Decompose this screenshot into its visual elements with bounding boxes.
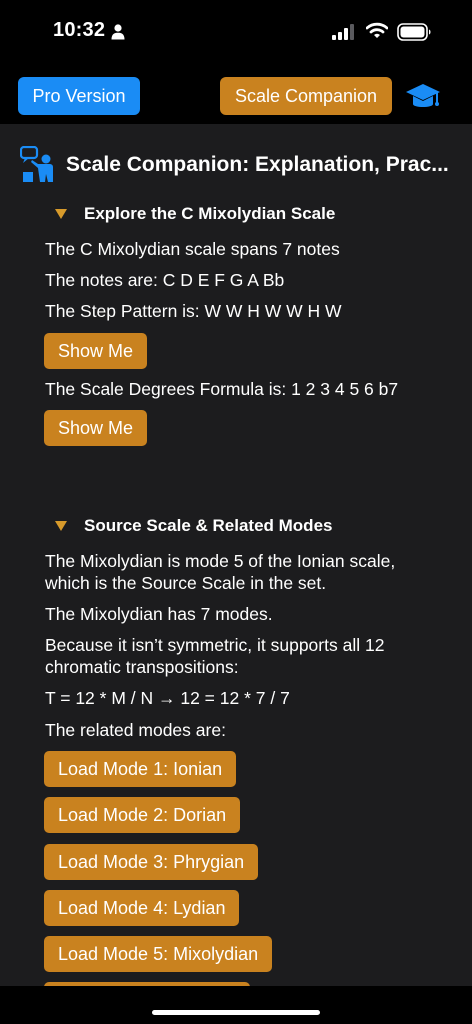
explore-section-toggle[interactable]: Explore the C Mixolydian Scale xyxy=(55,204,335,224)
teacher-icon xyxy=(20,146,53,182)
battery-icon xyxy=(397,23,431,41)
scale-degrees-text: The Scale Degrees Formula is: 1 2 3 4 5 … xyxy=(45,379,399,399)
explore-section-title: Explore the C Mixolydian Scale xyxy=(84,204,336,223)
disclosure-triangle-icon[interactable] xyxy=(55,521,67,531)
panel-header: Scale Companion: Explanation, Prac... xyxy=(20,146,449,184)
load-mode-1-button[interactable]: Load Mode 1: Ionian xyxy=(44,751,237,787)
mode-count-text: The Mixolydian has 7 modes. xyxy=(45,604,273,624)
signal-icon xyxy=(332,24,354,40)
source-section-toggle[interactable]: Source Scale & Related Modes xyxy=(55,516,332,536)
home-indicator-area xyxy=(0,986,472,1024)
step-pattern-text: The Step Pattern is: W W H W W H W xyxy=(45,301,342,321)
symmetry-text-1: Because it isn’t symmetric, it supports … xyxy=(45,635,385,655)
disclosure-triangle-icon[interactable] xyxy=(55,209,67,219)
top-toolbar: Pro Version Scale Companion xyxy=(0,62,472,124)
source-mode-text-1: The Mixolydian is mode 5 of the Ionian s… xyxy=(45,551,396,571)
source-mode-text-2: which is the Source Scale in the set. xyxy=(45,573,327,593)
scale-companion-button[interactable]: Scale Companion xyxy=(220,77,392,115)
related-modes-label: The related modes are: xyxy=(45,720,226,740)
wifi-icon xyxy=(366,22,388,38)
scale-span-text: The C Mixolydian scale spans 7 notes xyxy=(45,239,340,259)
person-icon xyxy=(111,24,125,40)
load-mode-4-button[interactable]: Load Mode 4: Lydian xyxy=(44,890,240,926)
companion-panel: Scale Companion: Explanation, Prac... Ex… xyxy=(0,124,472,986)
load-mode-3-button[interactable]: Load Mode 3: Phrygian xyxy=(44,844,259,880)
load-mode-2-button[interactable]: Load Mode 2: Dorian xyxy=(44,797,241,833)
status-bar: 10:32 xyxy=(0,0,472,62)
status-time: 10:32 xyxy=(53,19,106,41)
pro-version-button[interactable]: Pro Version xyxy=(18,77,140,115)
panel-title: Scale Companion: Explanation, Prac... xyxy=(66,153,449,176)
show-me-step-pattern-button[interactable]: Show Me xyxy=(44,333,148,369)
load-mode-5-button[interactable]: Load Mode 5: Mixolydian xyxy=(44,936,273,972)
graduation-cap-icon[interactable] xyxy=(405,82,441,112)
home-indicator[interactable] xyxy=(152,1010,320,1015)
scale-notes-text: The notes are: C D E F G A Bb xyxy=(45,270,285,290)
show-me-degrees-button[interactable]: Show Me xyxy=(44,410,148,446)
symmetry-text-2: chromatic transpositions: xyxy=(45,657,239,677)
transposition-formula: T = 12 * M / N → 12 = 12 * 7 / 7 xyxy=(45,688,290,708)
source-section-title: Source Scale & Related Modes xyxy=(84,516,333,535)
